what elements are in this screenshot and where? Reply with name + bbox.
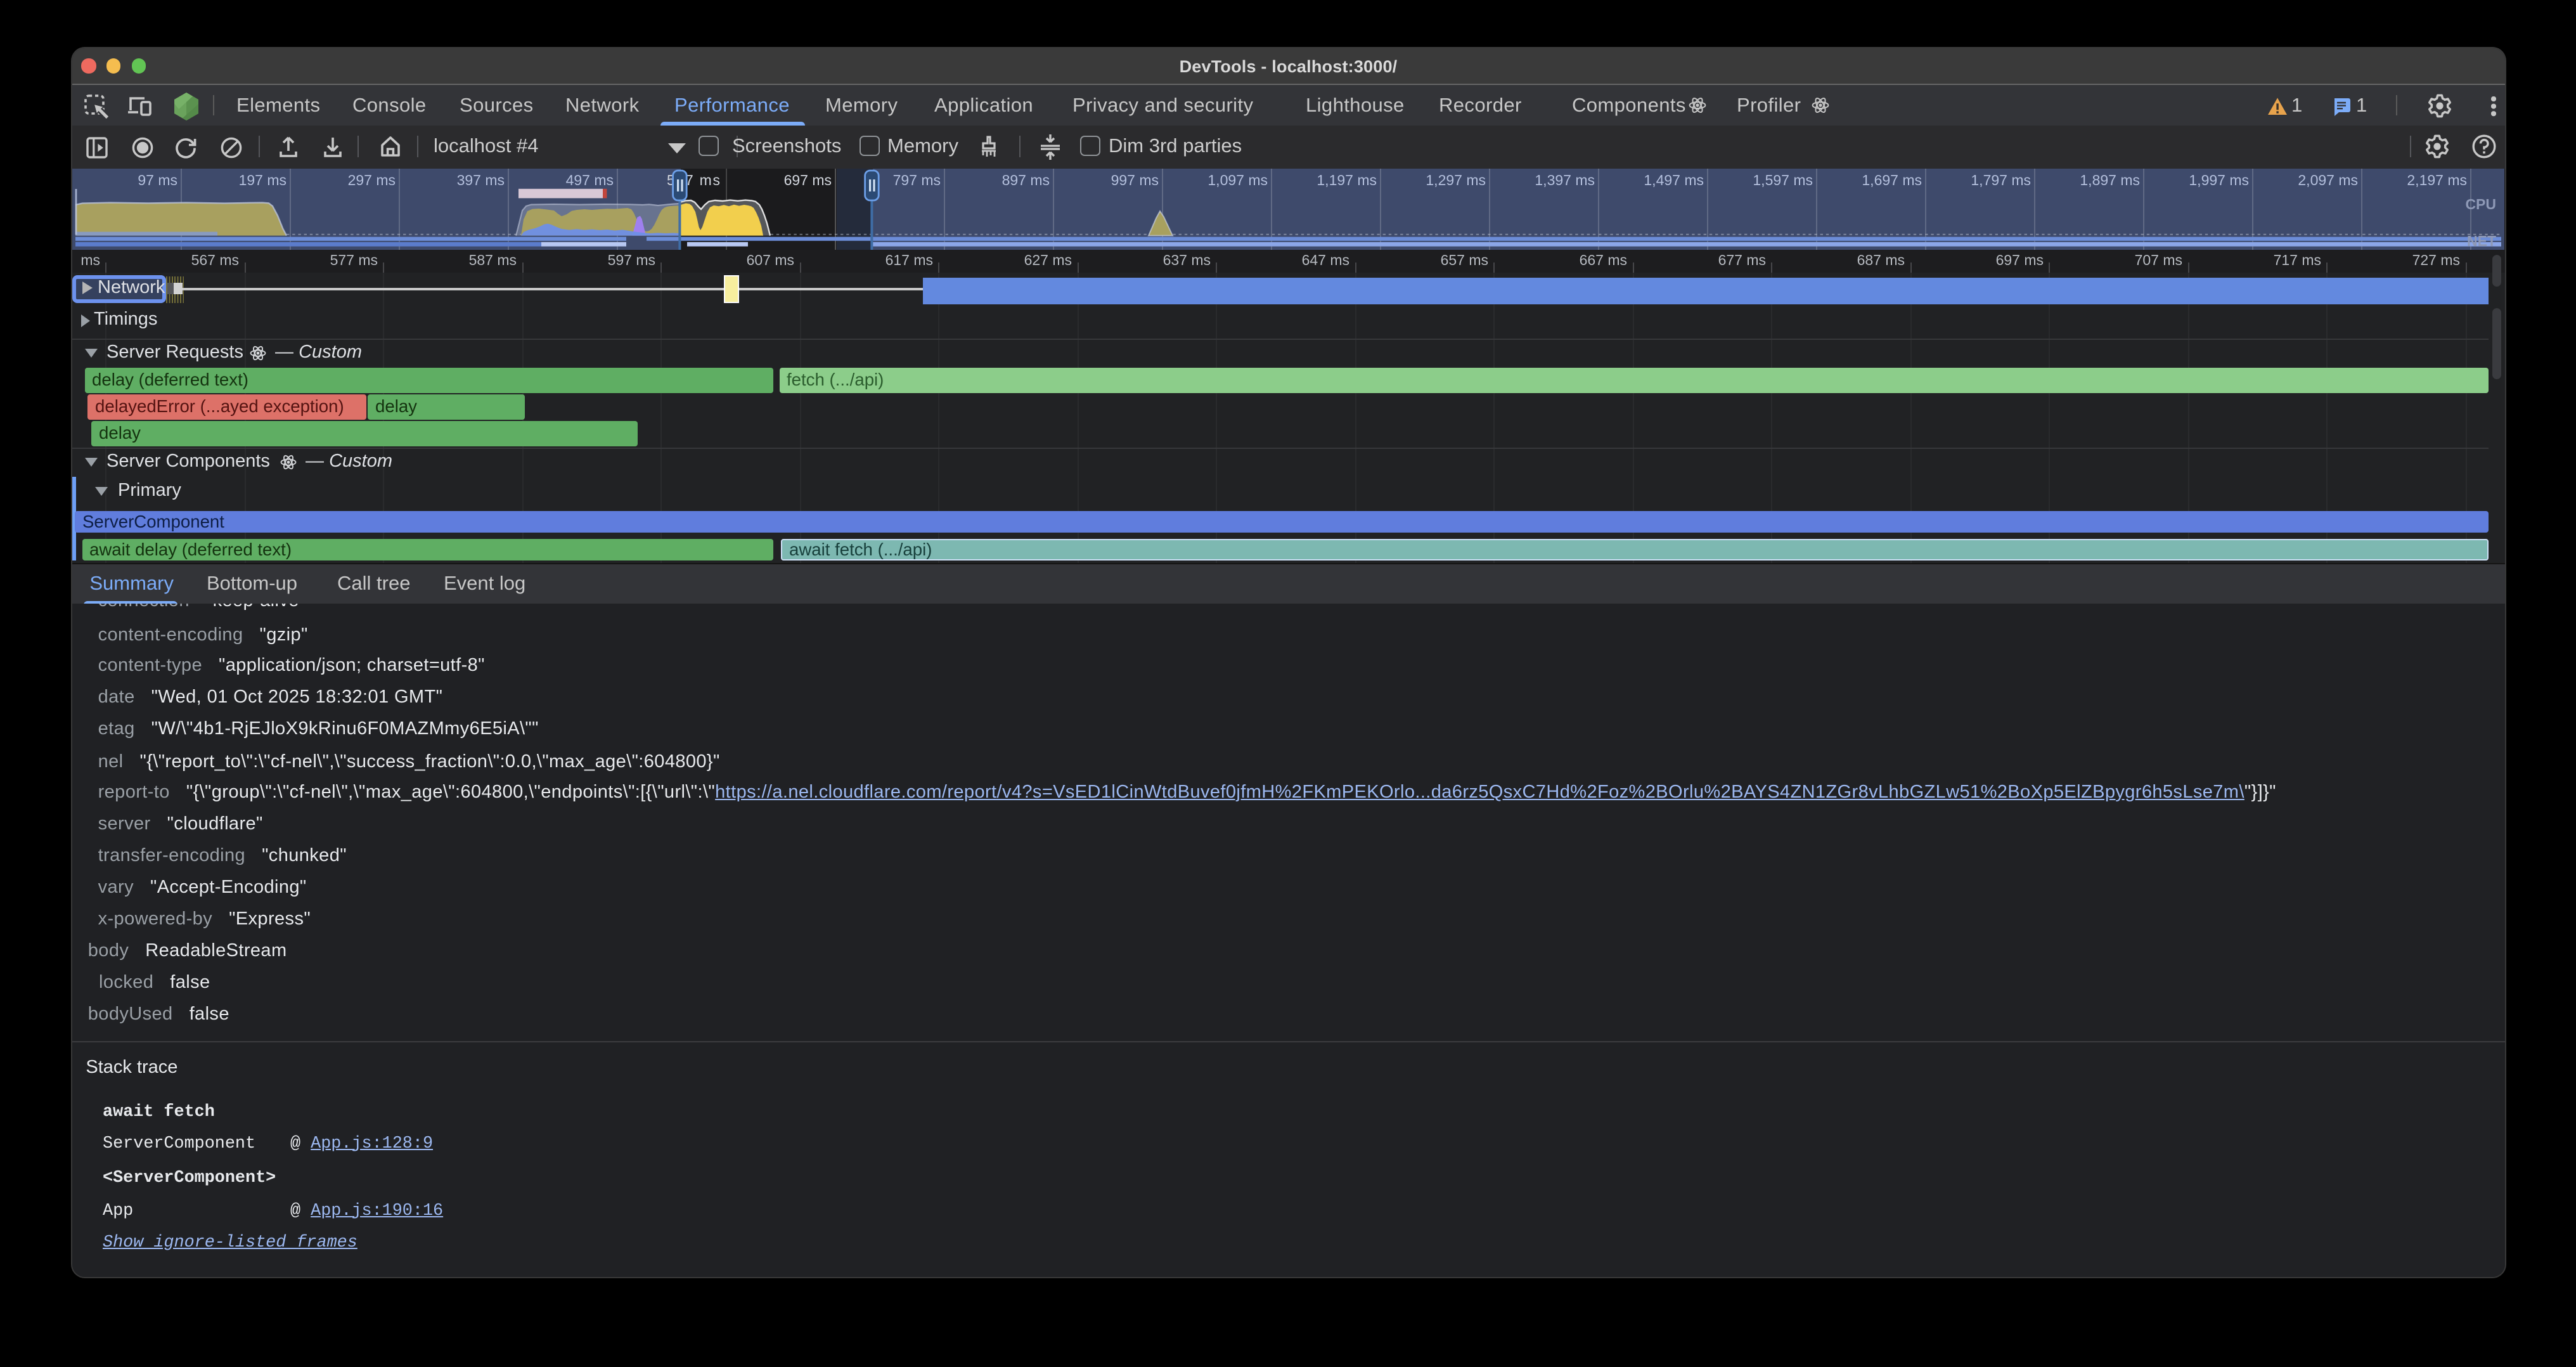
svg-text:497 ms: 497 ms	[566, 171, 614, 188]
svg-text:1,397 ms: 1,397 ms	[1535, 171, 1595, 188]
svg-text:697 ms: 697 ms	[784, 171, 832, 188]
svg-text:1,797 ms: 1,797 ms	[1971, 171, 2031, 188]
svg-text:1,597 ms: 1,597 ms	[1753, 171, 1813, 188]
svg-text:CPU: CPU	[2465, 195, 2496, 212]
svg-text:797 ms: 797 ms	[893, 171, 941, 188]
svg-text:NET: NET	[2467, 232, 2496, 249]
svg-text:1,197 ms: 1,197 ms	[1317, 171, 1377, 188]
svg-text:97 ms: 97 ms	[138, 171, 177, 188]
svg-text:2,197 ms: 2,197 ms	[2407, 171, 2467, 188]
svg-text:2,097 ms: 2,097 ms	[2298, 171, 2358, 188]
svg-text:397 ms: 397 ms	[457, 171, 505, 188]
svg-text:1,897 ms: 1,897 ms	[2080, 171, 2140, 188]
svg-text:297 ms: 297 ms	[348, 171, 396, 188]
svg-text:1,697 ms: 1,697 ms	[1862, 171, 1922, 188]
svg-text:897 ms: 897 ms	[1002, 171, 1050, 188]
svg-text:1,097 ms: 1,097 ms	[1208, 171, 1268, 188]
svg-text:197 ms: 197 ms	[239, 171, 287, 188]
svg-text:997 ms: 997 ms	[1111, 171, 1159, 188]
svg-text:1,997 ms: 1,997 ms	[2189, 171, 2249, 188]
svg-text:1,297 ms: 1,297 ms	[1426, 171, 1486, 188]
svg-text:1,497 ms: 1,497 ms	[1644, 171, 1704, 188]
